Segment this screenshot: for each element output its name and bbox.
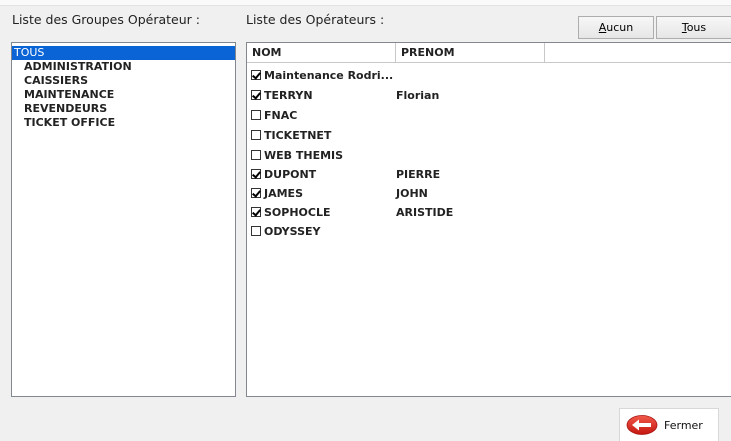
operator-nom: TICKETNET — [264, 129, 332, 142]
operator-checkbox[interactable] — [251, 207, 261, 217]
column-header-filler — [545, 43, 731, 63]
operator-checkbox[interactable] — [251, 226, 261, 236]
operator-row[interactable]: TERRYN Florian — [251, 86, 439, 105]
operator-row[interactable]: JAMES JOHN — [251, 184, 428, 203]
operator-nom: FNAC — [264, 109, 298, 122]
operator-row[interactable]: TICKETNET — [251, 126, 331, 145]
group-item-revendeurs[interactable]: REVENDEURS — [12, 102, 235, 116]
operators-label: Liste des Opérateurs : — [246, 12, 385, 27]
operator-prenom: Florian — [396, 89, 440, 102]
operator-prenom: ARISTIDE — [396, 206, 454, 219]
operator-row[interactable]: SOPHOCLE ARISTIDE — [251, 203, 453, 222]
groups-listbox[interactable]: TOUS ADMINISTRATION CAISSIERS MAINTENANC… — [11, 42, 236, 397]
groups-label: Liste des Groupes Opérateur : — [12, 12, 200, 27]
groups-list: TOUS ADMINISTRATION CAISSIERS MAINTENANC… — [12, 43, 235, 130]
aucun-button[interactable]: Aucun — [578, 16, 654, 39]
window-top-strip — [0, 0, 731, 6]
tous-button[interactable]: Tous — [656, 16, 731, 39]
group-item-administration[interactable]: ADMINISTRATION — [12, 60, 235, 74]
fermer-label: Fermer — [664, 419, 703, 432]
operator-checkbox[interactable] — [251, 70, 261, 80]
operator-nom: DUPONT — [264, 168, 317, 181]
operator-nom: TERRYN — [264, 89, 313, 102]
group-item-maintenance[interactable]: MAINTENANCE — [12, 88, 235, 102]
operator-nom: Maintenance Rodri... — [264, 69, 394, 82]
operator-prenom: JOHN — [396, 187, 428, 200]
operator-row[interactable]: WEB THEMIS — [251, 146, 343, 165]
operator-nom: WEB THEMIS — [264, 149, 344, 162]
operator-prenom: PIERRE — [396, 168, 441, 181]
column-header-prenom[interactable]: PRENOM — [396, 43, 545, 63]
operator-row[interactable]: Maintenance Rodri... — [251, 66, 393, 85]
back-arrow-icon — [626, 415, 658, 435]
operator-nom: JAMES — [264, 187, 303, 200]
operator-row[interactable]: DUPONT PIERRE — [251, 165, 440, 184]
aucun-label: ucun — [606, 21, 634, 34]
operator-checkbox[interactable] — [251, 110, 261, 120]
operator-checkbox[interactable] — [251, 169, 261, 179]
operator-nom: ODYSSEY — [264, 225, 321, 238]
operator-checkbox[interactable] — [251, 90, 261, 100]
operator-nom: SOPHOCLE — [264, 206, 331, 219]
group-item-ticket-office[interactable]: TICKET OFFICE — [12, 116, 235, 130]
operators-listview[interactable]: NOM PRENOM Maintenance Rodri... TERRYN F… — [246, 42, 731, 397]
column-header-nom[interactable]: NOM — [247, 43, 396, 63]
operator-row[interactable]: FNAC — [251, 106, 297, 125]
operator-checkbox[interactable] — [251, 188, 261, 198]
fermer-button[interactable]: Fermer — [619, 408, 719, 441]
operator-row[interactable]: ODYSSEY — [251, 222, 320, 241]
operator-checkbox[interactable] — [251, 130, 261, 140]
group-item-caissiers[interactable]: CAISSIERS — [12, 74, 235, 88]
tous-label: ous — [686, 21, 707, 34]
operator-checkbox[interactable] — [251, 150, 261, 160]
group-item-tous[interactable]: TOUS — [12, 46, 235, 60]
